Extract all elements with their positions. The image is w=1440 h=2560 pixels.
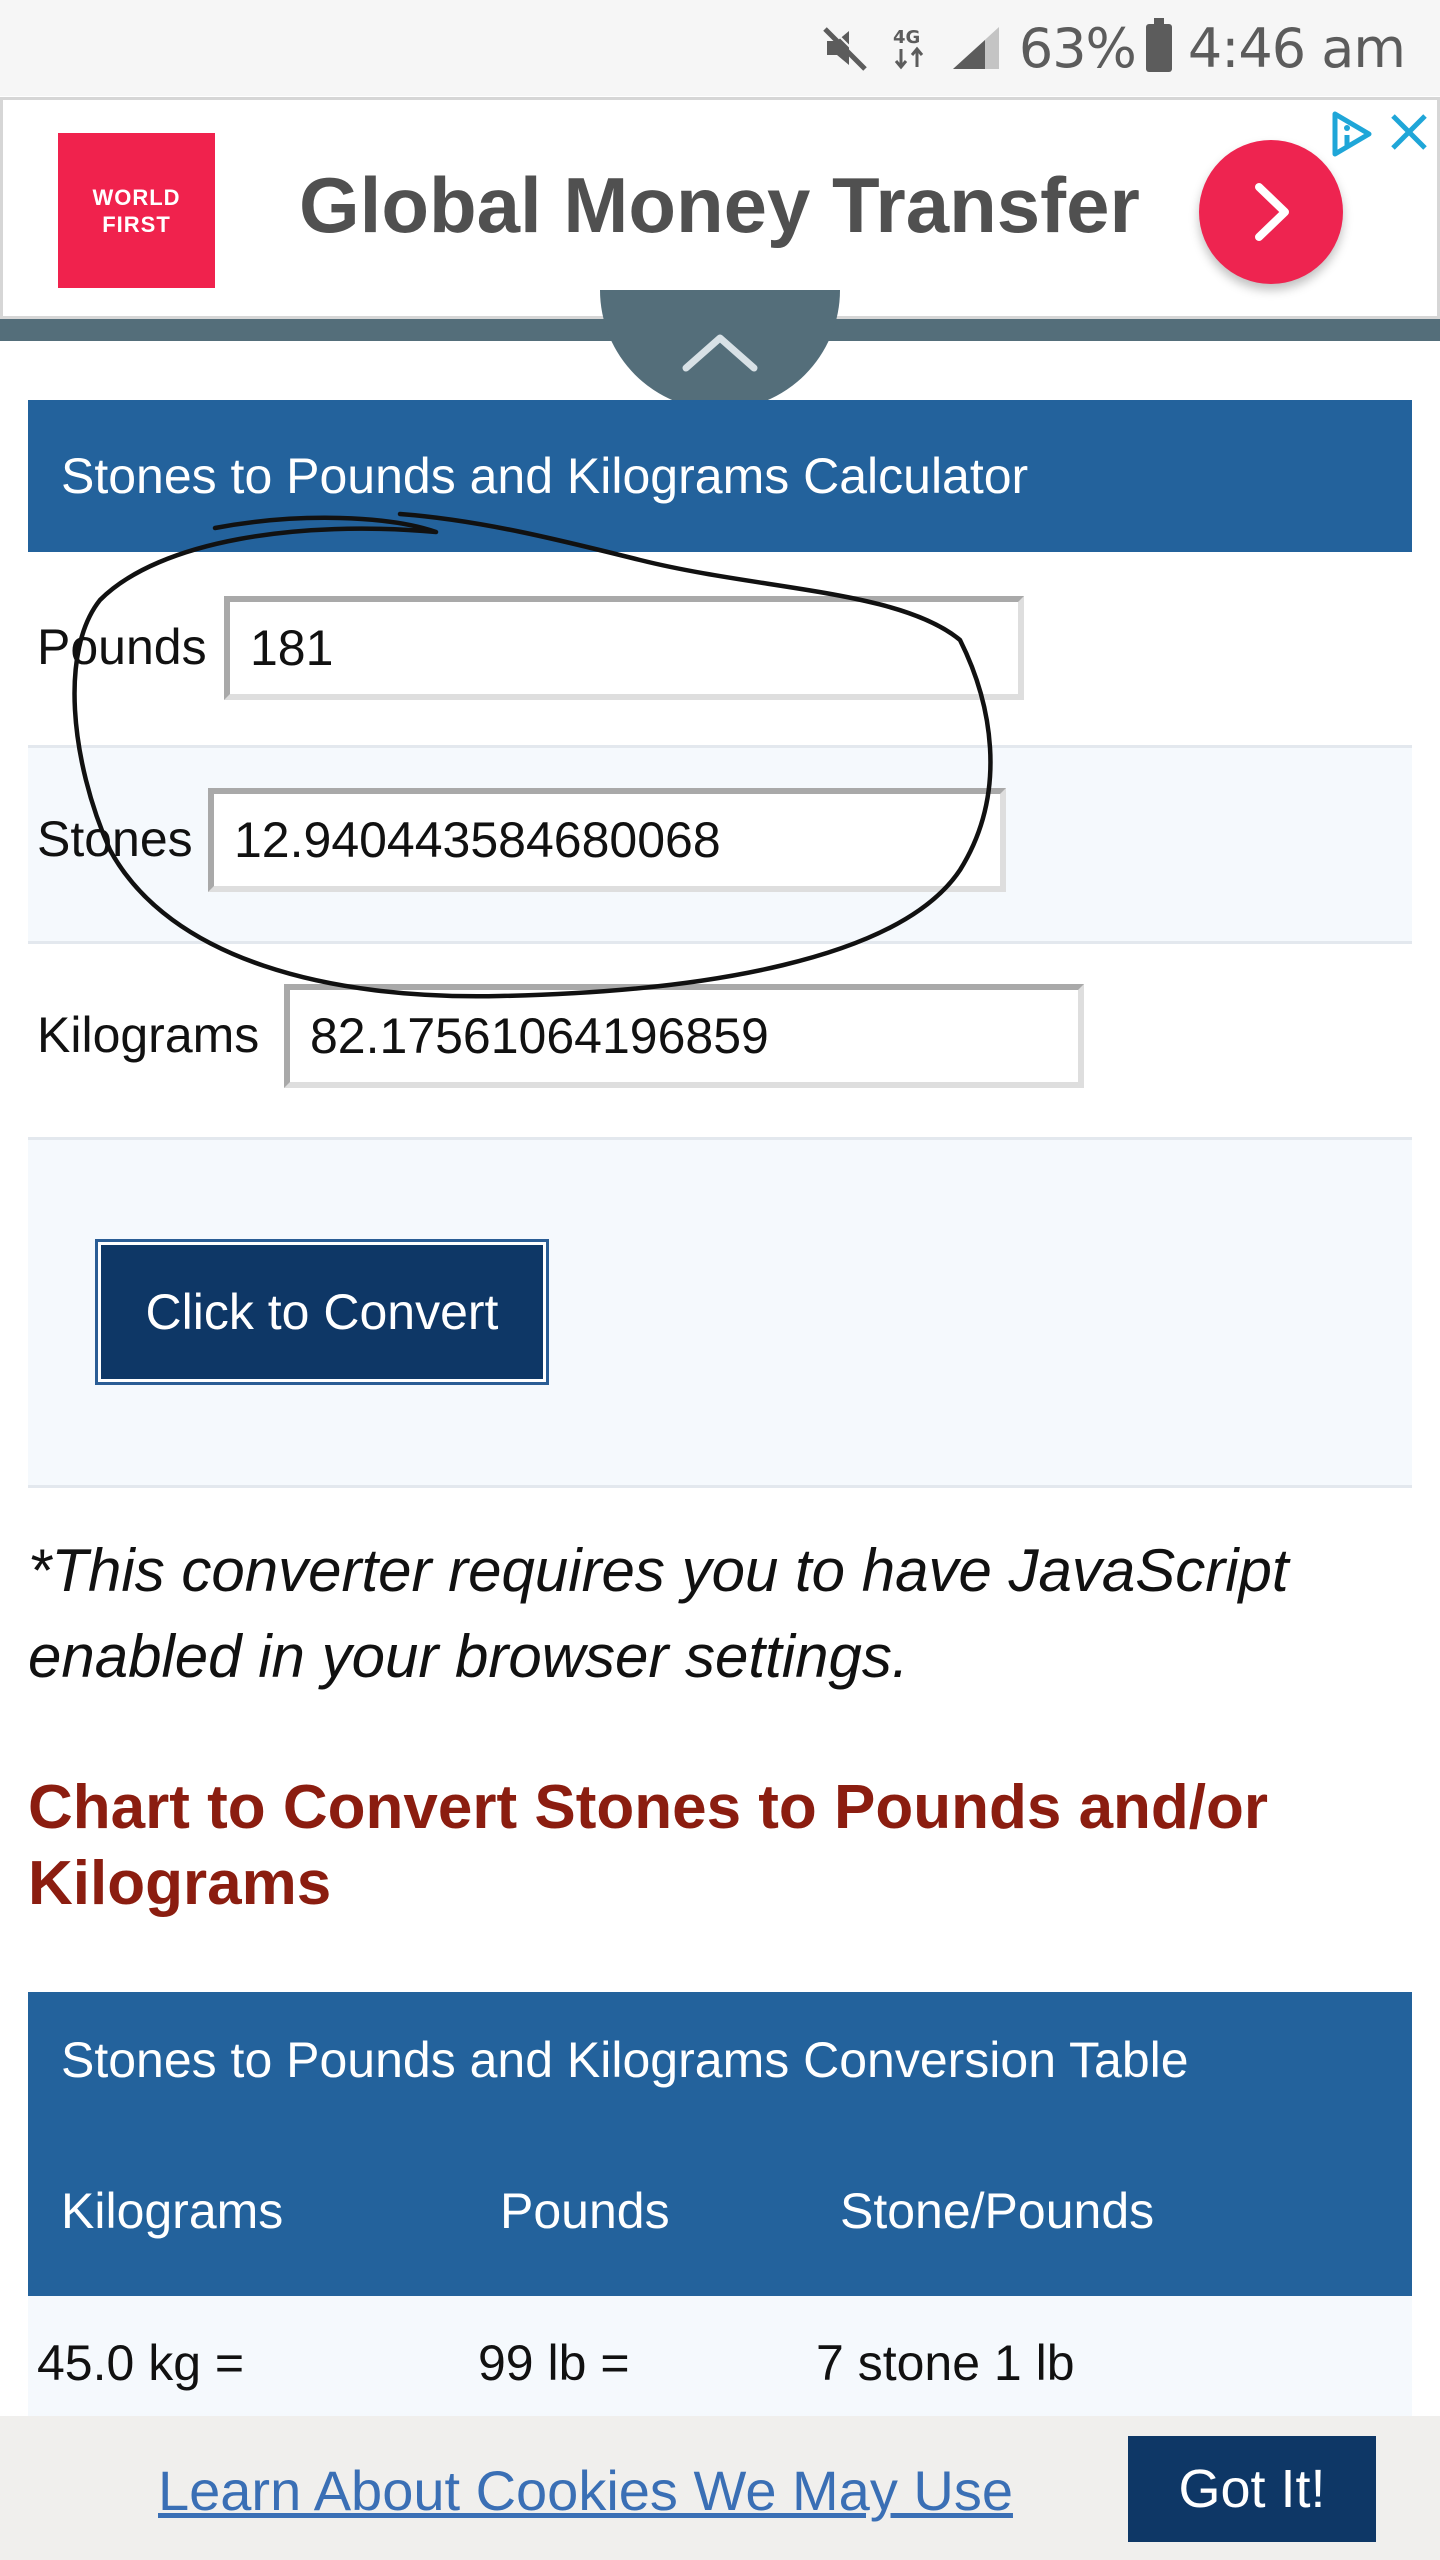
calculator-header: Stones to Pounds and Kilograms Calculato… [28, 400, 1412, 552]
table-cell-kilograms: 45.0 kg = [37, 2335, 245, 2391]
table-cell-stone-pounds: 7 stone 1 lb [816, 2335, 1075, 2391]
ad-title[interactable]: Global Money Transfer [299, 160, 1140, 251]
got-it-button[interactable]: Got It! [1128, 2436, 1376, 2542]
collapse-ad-button[interactable] [600, 290, 840, 410]
battery-percent: 63% [1018, 16, 1137, 80]
kilograms-input[interactable] [284, 984, 1084, 1088]
stones-label: Stones [37, 811, 193, 867]
network-type-icon: 4G [891, 23, 931, 73]
column-header-stone-pounds: Stone/Pounds [840, 2183, 1155, 2239]
column-header-kilograms: Kilograms [61, 2183, 284, 2239]
kilograms-row: Kilograms [28, 944, 1412, 1140]
table-cell-pounds: 99 lb = [478, 2335, 630, 2391]
javascript-note: *This converter requires you to have Jav… [28, 1537, 1289, 1690]
ad-banner[interactable]: WORLD FIRST Global Money Transfer [0, 97, 1440, 319]
table-row: 45.0 kg = 99 lb = 7 stone 1 lb [28, 2296, 1412, 2426]
conversion-table-header: Stones to Pounds and Kilograms Conversio… [28, 1992, 1412, 2296]
chevron-up-icon [682, 334, 758, 372]
convert-button[interactable]: Click to Convert [95, 1239, 549, 1385]
stones-row: Stones [28, 748, 1412, 944]
clock: 4:46 am [1187, 16, 1406, 80]
stones-input[interactable] [208, 788, 1006, 892]
chevron-right-icon [1255, 183, 1289, 241]
battery-icon [1145, 18, 1172, 72]
signal-icon [951, 23, 1003, 73]
pounds-row: Pounds [28, 552, 1412, 748]
ad-cta-button[interactable] [1199, 140, 1343, 284]
cookie-policy-link[interactable]: Learn About Cookies We May Use [158, 2458, 1013, 2523]
cookie-bar: Learn About Cookies We May Use Got It! [0, 2416, 1440, 2560]
status-bar: 4G 63% 4:46 am [0, 0, 1440, 96]
pounds-input[interactable] [224, 596, 1024, 700]
table-caption: Stones to Pounds and Kilograms Conversio… [61, 2032, 1189, 2088]
close-icon[interactable] [1385, 108, 1433, 161]
adchoices-icon[interactable] [1325, 108, 1377, 165]
column-header-pounds: Pounds [500, 2183, 670, 2239]
ad-logo-text: WORLD FIRST [92, 184, 181, 237]
pounds-label: Pounds [37, 619, 207, 675]
chart-heading: Chart to Convert Stones to Pounds and/or… [28, 1773, 1269, 1918]
network-type-label: 4G [893, 27, 920, 48]
mute-icon [821, 23, 871, 73]
ad-logo: WORLD FIRST [58, 133, 215, 288]
kilograms-label: Kilograms [37, 1007, 260, 1063]
